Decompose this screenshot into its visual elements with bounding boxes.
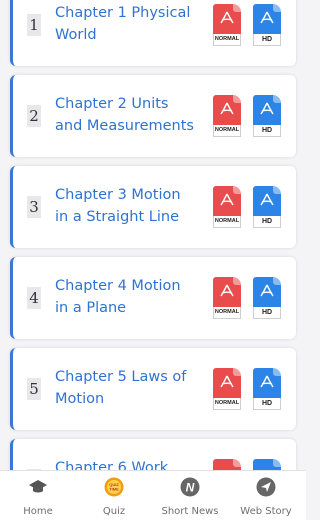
pdf-normal-label: NORMAL (213, 125, 241, 137)
pdf-hd-label: HD (253, 34, 281, 46)
chapter-title-line: Chapter 4 Motion (55, 278, 181, 294)
nav-quiz[interactable]: QUIZ TIME Quiz (76, 475, 152, 519)
pdf-hd-icon[interactable] (253, 459, 281, 470)
pdf-normal-label: NORMAL (213, 216, 241, 228)
pdf-hd-label: HD (253, 216, 281, 228)
chapter-title-line: Chapter 6 Work (55, 460, 169, 470)
chapter-number: 4 (27, 287, 41, 309)
pdf-normal-label: NORMAL (213, 398, 241, 410)
bottom-navigation: Home QUIZ TIME Quiz N Short News Web Sto… (0, 470, 306, 520)
pdf-hd-label: HD (253, 307, 281, 319)
chapter-title[interactable]: Chapter 1 Physical World (55, 2, 205, 46)
chapter-title-line: and Measurements (55, 118, 194, 134)
chapter-number: 5 (27, 378, 41, 400)
pdf-hd-icon[interactable]: HD (253, 368, 281, 410)
pdf-hd-icon[interactable]: HD (253, 4, 281, 46)
news-n-icon: N (180, 477, 200, 497)
chapter-title-line: Motion (55, 391, 105, 407)
chapter-card[interactable]: 5 Chapter 5 Laws of Motion NORMAL HD (10, 348, 296, 430)
chapter-title-line: Chapter 1 Physical (55, 5, 191, 21)
pdf-normal-label: NORMAL (213, 34, 241, 46)
nav-short-news-label: Short News (161, 506, 219, 517)
pdf-normal-icon[interactable] (213, 459, 241, 470)
nav-short-news[interactable]: N Short News (152, 475, 228, 519)
web-story-send-icon (256, 477, 276, 497)
pdf-hd-icon[interactable]: HD (253, 95, 281, 137)
chapter-title-line: in a Plane (55, 300, 127, 316)
pdf-normal-icon[interactable]: NORMAL (213, 95, 241, 137)
nav-quiz-label: Quiz (102, 506, 126, 517)
svg-text:TIME: TIME (109, 487, 119, 492)
pdf-hd-label: HD (253, 125, 281, 137)
nav-home-label: Home (23, 506, 53, 517)
pdf-hd-label: HD (253, 398, 281, 410)
quiz-time-icon: QUIZ TIME (104, 477, 124, 497)
svg-text:N: N (186, 481, 195, 495)
chapter-number: 3 (27, 196, 41, 218)
nav-web-story-label: Web Story (240, 506, 292, 517)
pdf-normal-icon[interactable]: NORMAL (213, 4, 241, 46)
chapter-title[interactable]: Chapter 3 Motion in a Straight Line (55, 184, 205, 228)
chapter-title[interactable]: Chapter 5 Laws of Motion (55, 366, 205, 410)
chapter-title-line: World (55, 27, 97, 43)
chapter-list[interactable]: 1 Chapter 1 Physical World NORMAL HD 2 C… (0, 0, 306, 470)
chapter-card[interactable]: 6 Chapter 6 Work (10, 439, 296, 470)
chapter-title[interactable]: Chapter 2 Units and Measurements (55, 93, 205, 137)
graduation-cap-icon (29, 480, 47, 493)
nav-web-story[interactable]: Web Story (228, 475, 304, 519)
chapter-title[interactable]: Chapter 4 Motion in a Plane (55, 275, 205, 319)
pdf-normal-label: NORMAL (213, 307, 241, 319)
pdf-normal-icon[interactable]: NORMAL (213, 368, 241, 410)
chapter-card[interactable]: 1 Chapter 1 Physical World NORMAL HD (10, 0, 296, 66)
nav-home[interactable]: Home (0, 475, 76, 519)
chapter-title-line: Chapter 3 Motion (55, 187, 181, 203)
chapter-title-line: Chapter 2 Units (55, 96, 169, 112)
chapter-title-line: in a Straight Line (55, 209, 179, 225)
chapter-number: 2 (27, 105, 41, 127)
pdf-normal-icon[interactable]: NORMAL (213, 277, 241, 319)
chapter-title-line: Chapter 5 Laws of (55, 369, 187, 385)
chapter-card[interactable]: 3 Chapter 3 Motion in a Straight Line NO… (10, 166, 296, 248)
pdf-hd-icon[interactable]: HD (253, 186, 281, 228)
chapter-number: 1 (27, 14, 41, 36)
chapter-card[interactable]: 2 Chapter 2 Units and Measurements NORMA… (10, 75, 296, 157)
chapter-title[interactable]: Chapter 6 Work (55, 457, 205, 470)
chapter-card[interactable]: 4 Chapter 4 Motion in a Plane NORMAL HD (10, 257, 296, 339)
pdf-normal-icon[interactable]: NORMAL (213, 186, 241, 228)
pdf-hd-icon[interactable]: HD (253, 277, 281, 319)
